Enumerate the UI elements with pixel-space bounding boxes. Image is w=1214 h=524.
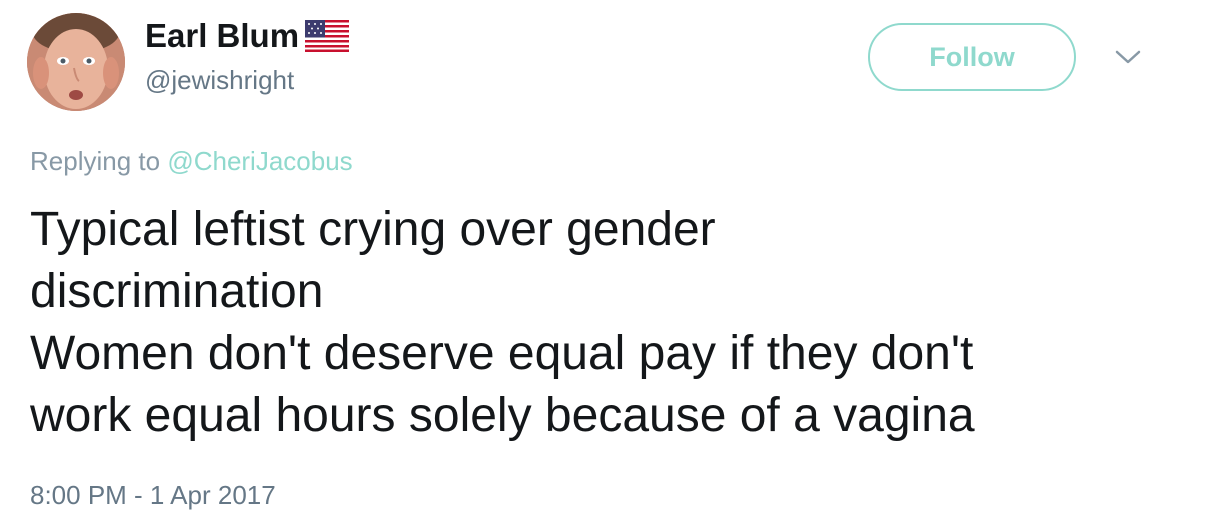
tweet-card: Earl Blum @jewishright Follow Replying t… [0, 0, 1214, 524]
reply-context: Replying to @CheriJacobus [30, 145, 353, 177]
tweet-text-line: Women don't deserve equal pay if they do… [30, 327, 974, 380]
follow-button[interactable]: Follow [868, 23, 1076, 91]
reply-prefix: Replying to [30, 146, 161, 176]
avatar[interactable] [27, 13, 125, 111]
tweet-text-line: discrimination [30, 265, 324, 318]
tweet-text: Typical leftist crying over gender discr… [30, 199, 1200, 447]
author-display-name-row[interactable]: Earl Blum [145, 16, 350, 56]
chevron-down-icon[interactable] [1113, 46, 1143, 68]
reply-mention-link[interactable]: @CheriJacobus [167, 146, 352, 176]
avatar-face-icon [27, 13, 125, 111]
author-display-name[interactable]: Earl Blum [145, 16, 299, 56]
us-flag-icon [305, 20, 350, 52]
tweet-timestamp[interactable]: 8:00 PM - 1 Apr 2017 [30, 479, 276, 511]
author-handle[interactable]: @jewishright [145, 64, 294, 96]
tweet-text-line: Typical leftist crying over gender [30, 203, 716, 256]
tweet-text-line: work equal hours solely because of a vag… [30, 389, 975, 442]
